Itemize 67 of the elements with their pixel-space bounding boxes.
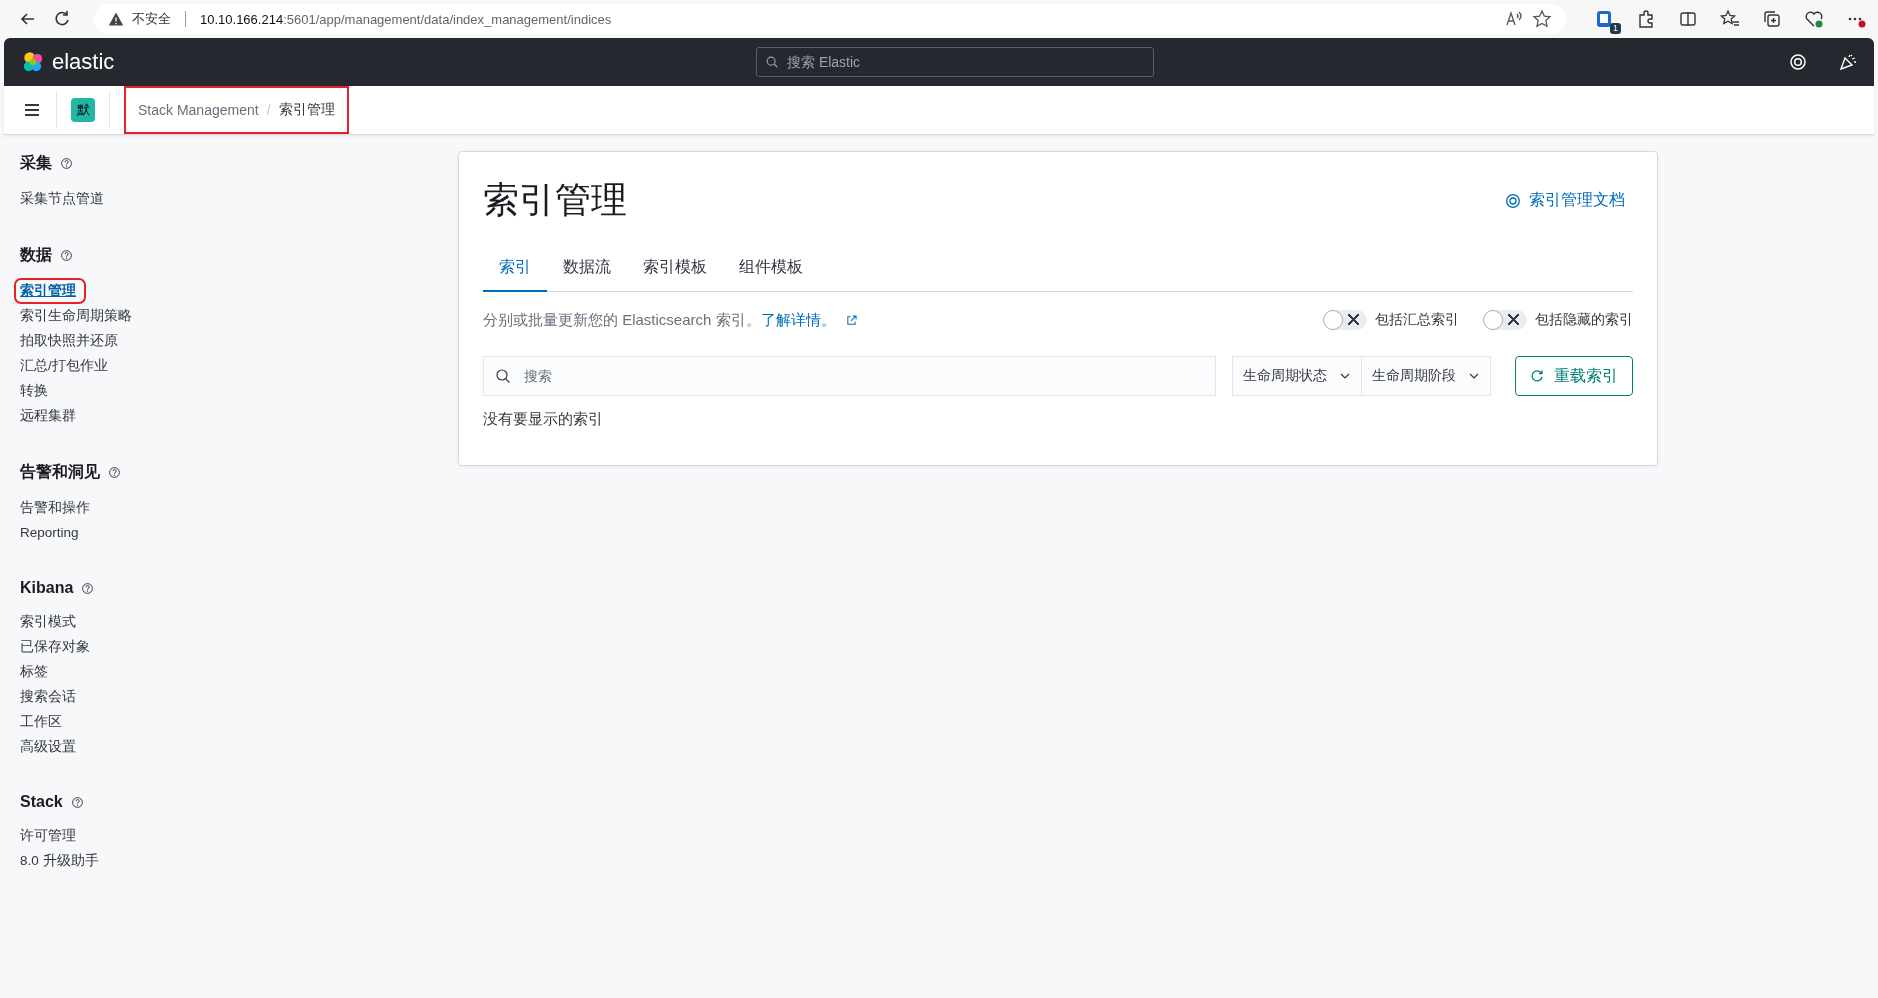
logo-text[interactable]: elastic [52, 49, 115, 75]
extension-badge: 1 [1610, 23, 1621, 34]
sidebar-link[interactable]: 8.0 升级助手 [20, 849, 99, 872]
empty-message: 没有要显示的索引 [483, 410, 604, 429]
breadcrumb-link[interactable]: Stack Management [138, 102, 259, 118]
description-text: 分别或批量更新您的 Elasticsearch 索引。了解详情。 [483, 310, 836, 330]
sidebar-link[interactable]: 远程集群 [20, 404, 76, 427]
lifebuoy-icon [1505, 192, 1521, 209]
toggle-switch[interactable] [1323, 310, 1367, 330]
search-icon [765, 55, 779, 69]
tab[interactable]: 组件模板 [723, 247, 819, 292]
address-bar[interactable]: 不安全 10.10.166.214:5601/app/management/data/index_management/indices [94, 4, 1566, 34]
question-icon[interactable] [70, 795, 84, 809]
search-icon [495, 368, 511, 384]
health-icon[interactable] [1804, 9, 1824, 29]
section-heading: Stack [20, 793, 63, 811]
party-popper-icon[interactable] [1838, 52, 1858, 72]
sidebar-link[interactable]: 索引生命周期策略 [20, 304, 132, 327]
puzzle-icon[interactable] [1636, 9, 1656, 29]
security-label: 不安全 [132, 10, 171, 28]
toggle-switch[interactable] [1483, 310, 1527, 330]
sidebar-link[interactable]: 已保存对象 [20, 635, 90, 658]
question-icon[interactable] [108, 466, 121, 479]
tab[interactable]: 数据流 [547, 247, 627, 292]
toggle-label: 包括汇总索引 [1375, 311, 1459, 329]
page-title: 索引管理 [483, 178, 627, 222]
learn-more-link[interactable]: 了解详情。 [760, 310, 836, 328]
section-heading: Kibana [20, 579, 74, 597]
refresh-icon [1530, 369, 1544, 383]
filter-dropdown[interactable]: 生命周期状态 [1233, 357, 1362, 395]
breadcrumb-link[interactable]: 索引管理 [278, 101, 335, 119]
sidebar-link[interactable]: 告警和操作 [20, 496, 90, 519]
space-avatar[interactable]: 默 [71, 98, 95, 122]
warning-icon [108, 11, 124, 27]
star-icon[interactable] [1532, 9, 1552, 29]
sidebar-link[interactable]: 高级设置 [20, 735, 76, 758]
favorites-icon[interactable] [1720, 9, 1740, 29]
question-icon[interactable] [60, 157, 73, 170]
reload-button[interactable]: 重载索引 [1515, 356, 1633, 396]
question-icon[interactable] [81, 581, 95, 595]
sidebar-link[interactable]: 拍取快照并还原 [20, 329, 118, 352]
question-icon[interactable] [60, 249, 73, 262]
sidebar-link[interactable]: 搜索会话 [20, 685, 76, 708]
section-heading: 告警和洞见 [20, 462, 100, 482]
search-field[interactable]: 搜索 Elastic [756, 47, 1154, 77]
breadcrumb-separator: / [266, 102, 271, 118]
filter-dropdown[interactable]: 生命周期阶段 [1362, 357, 1490, 395]
sidebar-link[interactable]: 索引模式 [20, 610, 76, 633]
tab[interactable]: 索引 [483, 247, 547, 292]
section-heading: 采集 [20, 153, 52, 173]
sidebar-link[interactable]: Reporting [20, 523, 79, 542]
toggle-label: 包括隐藏的索引 [1535, 311, 1633, 329]
sidebar-link[interactable]: 许可管理 [20, 824, 76, 847]
shield-extension-icon[interactable] [1594, 9, 1614, 29]
docs-link[interactable]: 索引管理文档 [1505, 190, 1625, 211]
external-link-icon[interactable] [845, 314, 857, 326]
help-icon[interactable] [1788, 52, 1808, 72]
sidebar-link[interactable]: 采集节点管道 [20, 187, 104, 210]
sidebar-link[interactable]: 标签 [20, 660, 48, 683]
sidebar-link[interactable]: 转换 [20, 379, 48, 402]
url-text: 10.10.166.214:5601/app/management/data/index_management/indices [200, 11, 612, 27]
section-heading: 数据 [20, 245, 52, 265]
collections-icon[interactable] [1762, 9, 1782, 29]
tab[interactable]: 索引模板 [627, 247, 723, 292]
sidebar-link[interactable]: 工作区 [20, 710, 62, 733]
sidebar-link[interactable]: 汇总/打包作业 [20, 354, 108, 377]
split-screen-icon[interactable] [1678, 9, 1698, 29]
